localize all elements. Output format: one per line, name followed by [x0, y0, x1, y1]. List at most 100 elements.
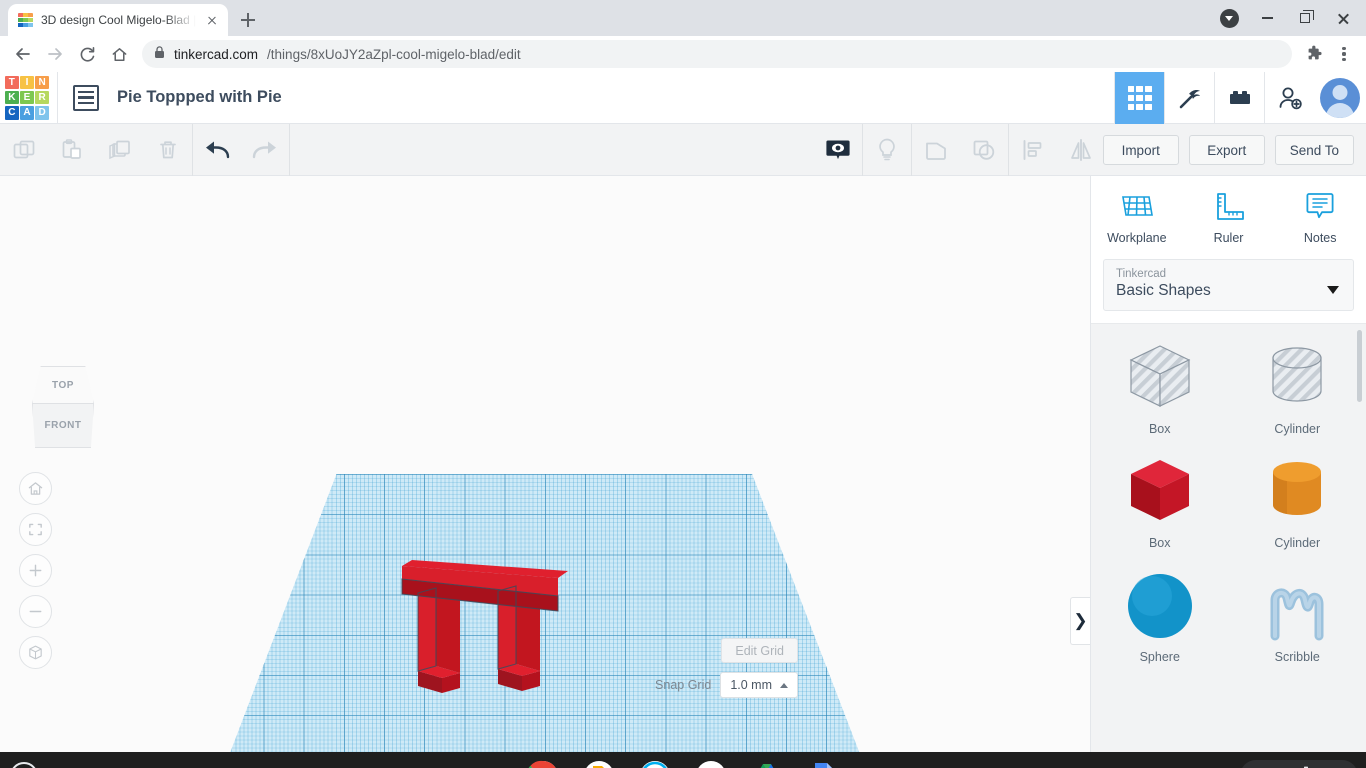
chrome-icon[interactable] [527, 760, 559, 768]
shape-item-box-hole[interactable]: Box [1091, 338, 1229, 452]
close-icon[interactable] [204, 12, 220, 28]
gallery-grid-icon[interactable] [1114, 72, 1164, 124]
panel-tool-row: Workplane Ruler Notes [1091, 176, 1366, 255]
shape-name: Box [1148, 536, 1171, 550]
delete-trash-icon[interactable] [144, 124, 192, 176]
zoom-in-icon[interactable] [19, 554, 52, 587]
shape-item-cylinder-hole[interactable]: Cylinder [1229, 338, 1366, 452]
view-cube-top-face[interactable]: TOP [32, 366, 94, 404]
google-keep-icon[interactable] [583, 760, 615, 768]
snap-grid-select[interactable]: 1.0 mm [720, 672, 798, 698]
address-bar[interactable]: tinkercad.com/things/8xUoJY2aZpl-cool-mi… [142, 40, 1292, 68]
new-tab-button[interactable] [234, 6, 262, 34]
minimize-icon[interactable] [1248, 0, 1286, 36]
undo-icon[interactable] [193, 124, 241, 176]
tool-ruler[interactable]: Ruler [1183, 190, 1275, 245]
align-icon[interactable] [1009, 124, 1057, 176]
tool-notes[interactable]: Notes [1274, 190, 1366, 245]
tool-workplane-label: Workplane [1107, 231, 1167, 245]
group-shapes-icon[interactable] [912, 124, 960, 176]
perspective-toggle-icon[interactable] [19, 636, 52, 669]
edit-grid-button[interactable]: Edit Grid [721, 638, 798, 663]
blocks-brick-icon[interactable] [1214, 72, 1264, 124]
editor-toolbar: Import Export Send To [0, 123, 1366, 176]
design-list-icon[interactable] [73, 84, 99, 111]
library-name-label: Basic Shapes [1116, 282, 1211, 299]
copy-icon[interactable] [0, 124, 48, 176]
ungroup-shapes-icon[interactable] [960, 124, 1008, 176]
import-button[interactable]: Import [1102, 135, 1179, 165]
tool-workplane[interactable]: Workplane [1091, 190, 1183, 245]
zoom-out-icon[interactable] [19, 595, 52, 628]
mirror-flip-icon[interactable] [1057, 124, 1105, 176]
page-title: Pie Toppped with Pie [117, 88, 282, 106]
header-divider [57, 71, 58, 124]
shape-name: Scribble [1274, 650, 1320, 664]
tinkercad-favicon [18, 12, 33, 28]
paste-icon[interactable] [48, 124, 96, 176]
invite-person-icon[interactable] [1264, 72, 1314, 124]
home-icon[interactable] [104, 39, 134, 69]
minecraft-pickaxe-icon[interactable] [1164, 72, 1214, 124]
grid-controls: Edit Grid Snap Grid 1.0 mm [655, 638, 798, 698]
reload-icon[interactable] [72, 39, 102, 69]
google-drive-icon[interactable] [751, 760, 783, 768]
box-hole-icon [1129, 345, 1191, 407]
panel-collapse-button[interactable]: ❯ [1070, 597, 1090, 645]
logo-tile-a: A [20, 105, 34, 120]
library-source-label: Tinkercad [1116, 268, 1167, 280]
panel-scrollbar[interactable] [1357, 330, 1362, 402]
view-cube-front-face[interactable]: FRONT [32, 403, 94, 448]
toolbar-actions: Import Export Send To [1102, 124, 1354, 176]
shape-item-sphere[interactable]: Sphere [1091, 566, 1229, 680]
shape-library-select[interactable]: Tinkercad Basic Shapes [1103, 259, 1354, 311]
browser-tab-bar: 3D design Cool Migelo-Blad | Tin [0, 0, 1366, 36]
shape-item-cylinder-solid[interactable]: Cylinder [1229, 452, 1366, 566]
send-to-button[interactable]: Send To [1274, 135, 1354, 165]
editor-workspace: Workplane [0, 176, 1366, 752]
url-host: tinkercad.com [174, 46, 259, 62]
shapes-panel: Workplane Ruler Notes Tinkercad Basic Sh… [1090, 176, 1366, 752]
cylinder-hole-icon [1272, 347, 1322, 402]
three-dot-menu-icon[interactable] [1330, 40, 1358, 68]
puzzle-icon[interactable] [1300, 40, 1328, 68]
shape-item-box-solid[interactable]: Box [1091, 452, 1229, 566]
workplane-grid[interactable] [183, 474, 907, 752]
forward-arrow-icon[interactable] [40, 39, 70, 69]
tinkercad-logo[interactable]: T I N K E R C A D [5, 75, 49, 120]
view-cube-top-label: TOP [52, 379, 74, 391]
home-view-icon[interactable] [19, 472, 52, 505]
maximize-icon[interactable] [1286, 0, 1324, 36]
history-tools [193, 124, 289, 176]
url-path: /things/8xUoJY2aZpl-cool-migelo-blad/edi… [267, 46, 521, 62]
browser-tab[interactable]: 3D design Cool Migelo-Blad | Tin [8, 4, 228, 36]
redo-icon[interactable] [241, 124, 289, 176]
notes-icon [1306, 193, 1334, 219]
back-arrow-icon[interactable] [8, 39, 38, 69]
system-tray[interactable]: 1 4:56 [1239, 760, 1358, 768]
shape-row: Box Cylinder [1091, 338, 1366, 452]
export-button[interactable]: Export [1188, 135, 1265, 165]
logo-tile-d: D [35, 105, 49, 120]
shape-item-scribble[interactable]: Scribble [1229, 566, 1366, 680]
snap-grid-value: 1.0 mm [730, 678, 772, 692]
view-cube[interactable]: TOP FRONT [27, 366, 99, 448]
downloads-icon[interactable] [1210, 0, 1248, 36]
chevron-up-icon [780, 682, 788, 688]
duplicate-icon[interactable] [96, 124, 144, 176]
shape-grid: Box Cylinder Box Cylinder Sphere Scribbl… [1091, 323, 1366, 752]
fit-to-view-icon[interactable] [19, 513, 52, 546]
launcher-icon[interactable] [10, 762, 38, 768]
close-icon[interactable] [1324, 0, 1362, 36]
design-canvas[interactable]: Workplane [0, 176, 1090, 752]
snap-grid-row: Snap Grid 1.0 mm [655, 672, 798, 698]
tinkercad-header: T I N K E R C A D Pie Toppped with Pie [0, 71, 1366, 124]
avatar[interactable] [1314, 72, 1366, 124]
lightbulb-icon[interactable] [863, 124, 911, 176]
google-docs-icon[interactable] [807, 760, 839, 768]
lock-icon [154, 46, 165, 62]
visibility-eye-icon[interactable] [814, 124, 862, 176]
teal-app-icon[interactable] [695, 760, 727, 768]
shape-row: Sphere Scribble [1091, 566, 1366, 680]
skype-icon[interactable]: S [639, 760, 671, 768]
